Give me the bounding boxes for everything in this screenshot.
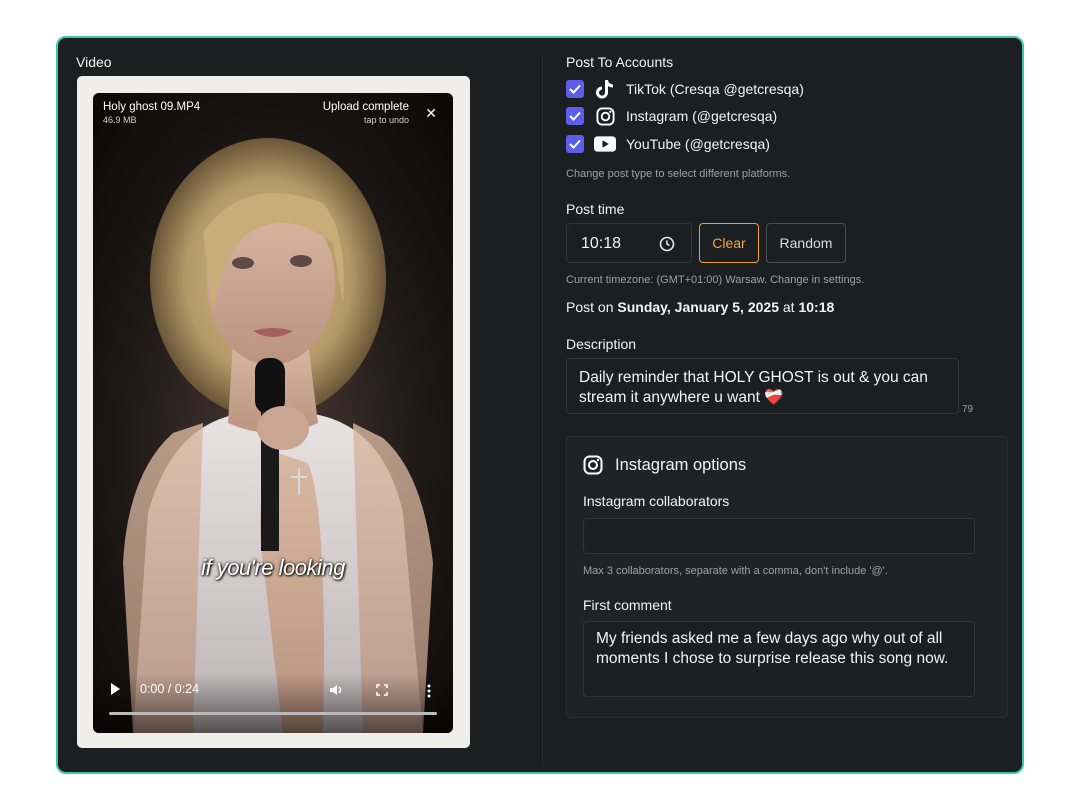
- post-time-title: Post time: [566, 201, 625, 217]
- video-progress-bar[interactable]: [109, 712, 437, 715]
- post-on-summary: Post on Sunday, January 5, 2025 at 10:18: [566, 299, 834, 315]
- post-editor-card: Video Holy ghost 09.MP4 46.9 MB Upload c…: [56, 36, 1024, 774]
- instagram-options-panel: Instagram options Instagram collaborator…: [566, 436, 1008, 718]
- post-time-input[interactable]: 10:18: [566, 223, 692, 263]
- youtube-checkbox[interactable]: [566, 135, 584, 153]
- post-settings-panel: Post To Accounts TikTok (Cresqa @getcres…: [566, 38, 1016, 772]
- description-text: Daily reminder that HOLY GHOST is out & …: [579, 369, 928, 406]
- video-file-size: 46.9 MB: [103, 115, 137, 125]
- collaborators-input[interactable]: [583, 518, 975, 554]
- random-time-button[interactable]: Random: [766, 223, 846, 263]
- description-char-count: 79: [962, 404, 974, 415]
- instagram-account-label: Instagram (@getcresqa): [626, 108, 778, 124]
- video-frame: Holy ghost 09.MP4 46.9 MB Upload complet…: [77, 76, 470, 748]
- video-section-label: Video: [76, 54, 112, 70]
- account-row-youtube[interactable]: YouTube (@getcresqa): [566, 134, 770, 154]
- video-player[interactable]: Holy ghost 09.MP4 46.9 MB Upload complet…: [93, 93, 453, 733]
- post-time-value: 10:18: [581, 235, 622, 252]
- video-file-name: Holy ghost 09.MP4: [103, 101, 201, 113]
- volume-icon[interactable]: [329, 683, 343, 697]
- account-row-instagram[interactable]: Instagram (@getcresqa): [566, 106, 777, 126]
- clear-time-button[interactable]: Clear: [699, 223, 759, 263]
- instagram-options-title: Instagram options: [615, 455, 747, 474]
- undo-link[interactable]: tap to undo: [364, 115, 409, 125]
- description-textarea[interactable]: Daily reminder that HOLY GHOST is out & …: [566, 358, 959, 414]
- mending-heart-emoji: ❤️‍🩹: [764, 389, 784, 406]
- tiktok-icon: [594, 79, 616, 99]
- video-thumbnail: [93, 93, 453, 733]
- tiktok-checkbox[interactable]: [566, 80, 584, 98]
- upload-status: Upload complete: [322, 101, 409, 113]
- video-time: 0:00 / 0:24: [140, 682, 200, 696]
- collaborators-label: Instagram collaborators: [583, 493, 730, 509]
- more-options-icon[interactable]: [427, 684, 431, 698]
- youtube-account-label: YouTube (@getcresqa): [626, 136, 770, 152]
- clock-icon[interactable]: [659, 236, 675, 252]
- close-icon[interactable]: ✕: [425, 105, 437, 122]
- first-comment-label: First comment: [583, 597, 672, 613]
- video-caption: if you're looking: [201, 555, 345, 580]
- instagram-options-header: Instagram options: [583, 455, 746, 475]
- first-comment-textarea[interactable]: My friends asked me a few days ago why o…: [583, 621, 975, 697]
- instagram-icon: [583, 455, 603, 475]
- fullscreen-icon[interactable]: [376, 684, 388, 696]
- play-icon[interactable]: [111, 683, 120, 695]
- collaborators-hint: Max 3 collaborators, separate with a com…: [583, 565, 888, 577]
- post-on-time: 10:18: [798, 299, 835, 315]
- youtube-icon: [594, 134, 616, 154]
- column-divider: [542, 54, 543, 766]
- post-on-prefix: Post on: [566, 299, 618, 315]
- account-row-tiktok[interactable]: TikTok (Cresqa @getcresqa): [566, 79, 804, 99]
- timezone-hint: Current timezone: (GMT+01:00) Warsaw. Ch…: [566, 274, 865, 286]
- instagram-icon: [594, 106, 616, 126]
- description-title: Description: [566, 336, 637, 352]
- post-on-mid: at: [778, 299, 799, 315]
- post-on-date: Sunday, January 5, 2025: [617, 299, 779, 315]
- post-type-hint: Change post type to select different pla…: [566, 168, 791, 180]
- post-to-accounts-title: Post To Accounts: [566, 54, 674, 70]
- instagram-checkbox[interactable]: [566, 107, 584, 125]
- tiktok-account-label: TikTok (Cresqa @getcresqa): [626, 81, 804, 97]
